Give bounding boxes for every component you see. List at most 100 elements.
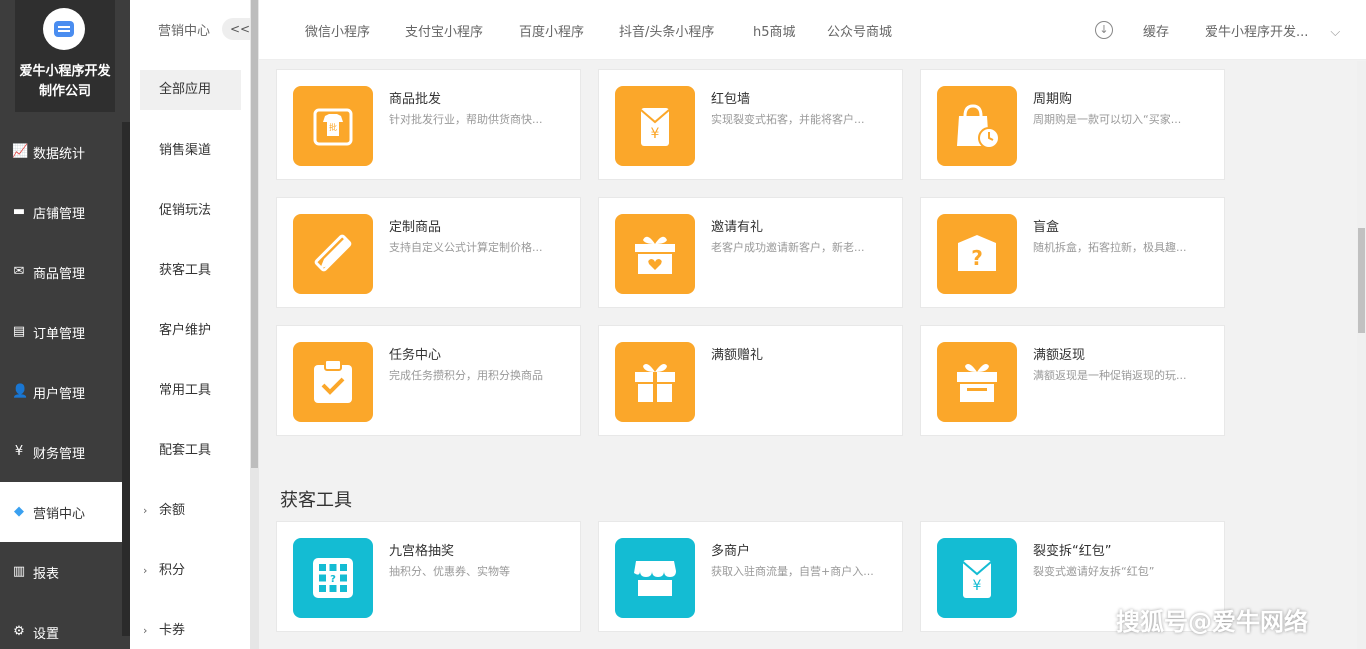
app-card-red-envelope-wall[interactable]: ¥ 红包墙 实现裂变式拓客，并能将客户...	[598, 69, 903, 180]
watermark-text: 搜狐号@爱牛网络	[1116, 608, 1308, 636]
sub-sidebar: 营销中心 << 全部应用 销售渠道 促销玩法 获客工具 客户维护 常用工具 配套…	[130, 0, 262, 649]
tab-h5-mall[interactable]: h5商城	[753, 21, 796, 40]
app-title: 满额返现	[1033, 348, 1086, 363]
app-title: 盲盒	[1033, 220, 1060, 235]
nav-item-goods[interactable]: ✉ 商品管理	[0, 242, 122, 302]
app-card-blind-box[interactable]: ? 盲盒 随机拆盒，拓客拉新，极具趣...	[920, 197, 1225, 308]
app-desc: 裂变式邀请好友拆“红包”	[1033, 565, 1155, 578]
section-title-acquisition: 获客工具	[280, 490, 352, 511]
settings-icon: ⚙	[13, 624, 25, 639]
nav-item-stats[interactable]: 📈 数据统计	[0, 122, 122, 182]
sub-item-support-tools[interactable]: 配套工具	[140, 431, 241, 471]
app-card-wholesale[interactable]: 批 商品批发 针对批发行业，帮助供货商快...	[276, 69, 581, 180]
app-card-full-cashback[interactable]: 满额返现 满额返现是一种促销返现的玩...	[920, 325, 1225, 436]
task-clipboard-icon	[293, 342, 373, 422]
shop-icon	[615, 538, 695, 618]
nav-item-finance[interactable]: ¥ 财务管理	[0, 422, 122, 482]
main-sidebar: 爱牛小程序开发制作公司 📈 数据统计 ▬ 店铺管理 ✉ 商品管理 ▤ 订单管理 👤 用户管…	[0, 0, 130, 649]
gift-heart-icon	[615, 214, 695, 294]
tab-baidu-miniprogram[interactable]: 百度小程序	[519, 21, 584, 40]
sub-item-points[interactable]: › 积分	[140, 551, 241, 591]
svg-text:?: ?	[971, 246, 983, 270]
app-card-custom-goods[interactable]: 定制商品 支持自定义公式计算定制价格...	[276, 197, 581, 308]
app-title: 任务中心	[389, 348, 442, 363]
tab-official-account-mall[interactable]: 公众号商城	[827, 21, 892, 40]
account-menu[interactable]: 爱牛小程序开发... ⌵	[1205, 21, 1340, 40]
sub-item-coupons[interactable]: › 卡券	[140, 611, 241, 649]
nav-item-report[interactable]: ▥ 报表	[0, 542, 122, 602]
chevron-down-icon: ⌵	[1330, 25, 1341, 40]
svg-text:?: ?	[330, 574, 336, 585]
sub-item-customer-care[interactable]: 客户维护	[140, 311, 241, 351]
svg-text:¥: ¥	[651, 126, 660, 142]
app-title: 满额赠礼	[711, 348, 764, 363]
sidebar-scrollbar[interactable]	[122, 122, 130, 636]
nav-item-store[interactable]: ▬ 店铺管理	[0, 182, 122, 242]
svg-text:批: 批	[329, 122, 337, 132]
tab-alipay-miniprogram[interactable]: 支付宝小程序	[405, 21, 483, 40]
nav-item-settings[interactable]: ⚙ 设置	[0, 602, 122, 649]
chevron-right-icon: ›	[143, 504, 148, 517]
app-desc: 满额返现是一种促销返现的玩...	[1033, 369, 1187, 382]
cache-button[interactable]: 缓存	[1143, 21, 1169, 40]
user-icon: 👤	[12, 384, 29, 399]
app-desc: 抽积分、优惠券、实物等	[389, 565, 510, 578]
report-icon: ▥	[12, 564, 26, 579]
marketing-icon: ◆	[14, 504, 24, 519]
sub-item-balance[interactable]: › 余额	[140, 491, 241, 531]
app-desc: 支持自定义公式计算定制价格...	[389, 241, 543, 254]
app-card-full-gift[interactable]: 满额赠礼	[598, 325, 903, 436]
app-title: 多商户	[711, 544, 751, 559]
sub-item-acquisition[interactable]: 获客工具	[140, 251, 241, 291]
blind-box-icon: ?	[937, 214, 1017, 294]
brand-logo	[43, 8, 85, 50]
app-title: 红包墙	[711, 92, 751, 107]
sub-item-common-tools[interactable]: 常用工具	[140, 371, 241, 411]
goods-icon: ✉	[13, 264, 25, 279]
content-scrollbar[interactable]	[1357, 61, 1366, 649]
sub-sidebar-scrollbar[interactable]	[250, 0, 259, 649]
sub-item-promotion[interactable]: 促销玩法	[140, 191, 241, 231]
order-icon: ▤	[12, 324, 26, 339]
svg-text:¥: ¥	[973, 578, 982, 594]
app-desc: 实现裂变式拓客，并能将客户...	[711, 113, 865, 126]
cashback-box-icon	[937, 342, 1017, 422]
gift-icon	[615, 342, 695, 422]
wholesale-icon: 批	[293, 86, 373, 166]
app-title: 定制商品	[389, 220, 442, 235]
sub-sidebar-title: 营销中心	[158, 24, 211, 39]
chart-line-icon: 📈	[12, 144, 29, 159]
store-icon: ▬	[12, 204, 26, 219]
app-card-multi-merchant[interactable]: 多商户 获取入驻商流量，自营+商户入...	[598, 521, 903, 632]
app-title: 邀请有礼	[711, 220, 764, 235]
app-card-grid-lottery[interactable]: ? 九宫格抽奖 抽积分、优惠券、实物等	[276, 521, 581, 632]
sub-item-sales-channel[interactable]: 销售渠道	[140, 131, 241, 171]
brand-name: 爱牛小程序开发制作公司	[19, 64, 111, 99]
app-desc: 老客户成功邀请新客户，新老...	[711, 241, 865, 254]
finance-icon: ¥	[14, 444, 24, 459]
nav-item-orders[interactable]: ▤ 订单管理	[0, 302, 122, 362]
tab-wechat-miniprogram[interactable]: 微信小程序	[305, 21, 370, 40]
nav-item-marketing[interactable]: ◆ 营销中心	[0, 482, 122, 542]
app-desc: 获取入驻商流量，自营+商户入...	[711, 565, 874, 578]
app-card-invite-gift[interactable]: 邀请有礼 老客户成功邀请新客户，新老...	[598, 197, 903, 308]
app-title: 裂变拆“红包”	[1033, 544, 1112, 559]
periodic-shopping-icon	[937, 86, 1017, 166]
app-card-task-center[interactable]: 任务中心 完成任务攒积分，用积分换商品	[276, 325, 581, 436]
tab-douyin-miniprogram[interactable]: 抖音/头条小程序	[619, 21, 714, 40]
chevron-right-icon: ›	[143, 564, 148, 577]
download-icon[interactable]: ↓	[1095, 21, 1113, 39]
nav-item-users[interactable]: 👤 用户管理	[0, 362, 122, 422]
ruler-pencil-icon	[293, 214, 373, 294]
app-title: 九宫格抽奖	[389, 544, 455, 559]
grid-lottery-icon: ?	[293, 538, 373, 618]
app-card-periodic-purchase[interactable]: 周期购 周期购是一款可以切入“买家...	[920, 69, 1225, 180]
app-desc: 针对批发行业，帮助供货商快...	[389, 113, 543, 126]
app-title: 商品批发	[389, 92, 442, 107]
red-envelope-icon: ¥	[615, 86, 695, 166]
sub-item-all-apps[interactable]: 全部应用	[140, 70, 241, 110]
app-desc: 随机拆盒，拓客拉新，极具趣...	[1033, 241, 1187, 254]
red-envelope-icon: ¥	[937, 538, 1017, 618]
app-desc: 周期购是一款可以切入“买家...	[1033, 113, 1182, 126]
brand-block: 爱牛小程序开发制作公司	[15, 0, 115, 112]
